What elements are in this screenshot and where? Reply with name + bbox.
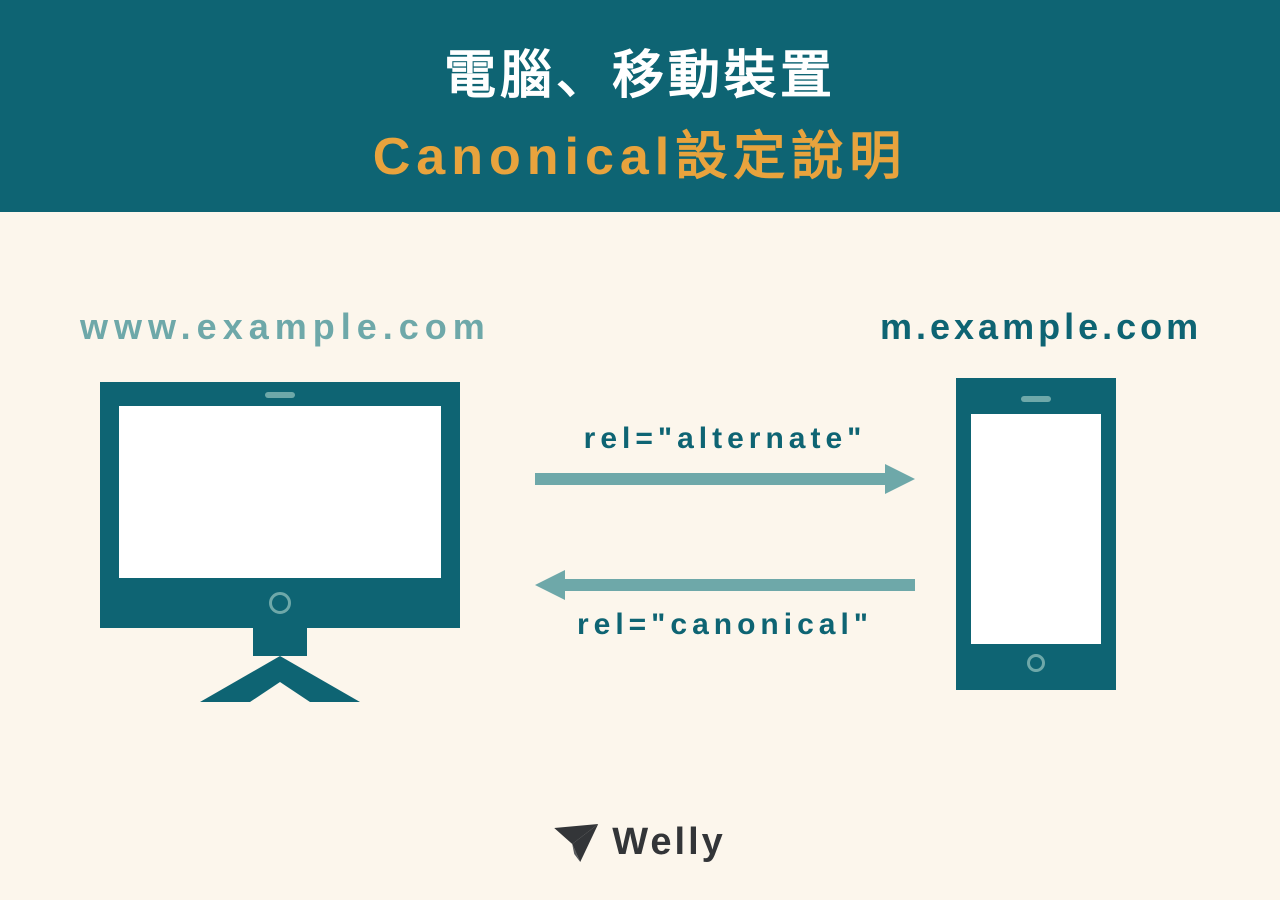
monitor-base [200,656,360,702]
rel-alternate-label: rel="alternate" [525,422,925,456]
paper-plane-icon [554,824,598,862]
desktop-url-label: www.example.com [80,306,491,348]
rel-canonical-label: rel="canonical" [525,608,925,642]
monitor-power-button-icon [269,592,291,614]
monitor-bezel [100,382,460,628]
phone-speaker-icon [1021,396,1051,402]
mobile-url-label: m.example.com [880,306,1202,348]
brand-logo: Welly [554,821,726,864]
mobile-phone-icon [956,378,1116,690]
arrow-left-icon [535,570,915,600]
phone-screen [971,414,1101,644]
alternate-arrow-group: rel="alternate" [525,422,925,494]
monitor-screen [119,406,441,578]
desktop-monitor-icon [100,382,460,702]
monitor-neck [253,628,307,656]
phone-home-button-icon [1027,654,1045,672]
monitor-camera-icon [265,392,295,398]
header-banner: 電腦、移動裝置 Canonical設定說明 [0,0,1280,212]
diagram-area: www.example.com m.example.com rel="alter… [0,212,1280,900]
brand-name: Welly [612,821,726,864]
arrow-right-icon [535,464,915,494]
title-line-2: Canonical設定說明 [373,114,908,189]
title-line-1: 電腦、移動裝置 [444,33,836,108]
canonical-arrow-group: rel="canonical" [525,570,925,642]
